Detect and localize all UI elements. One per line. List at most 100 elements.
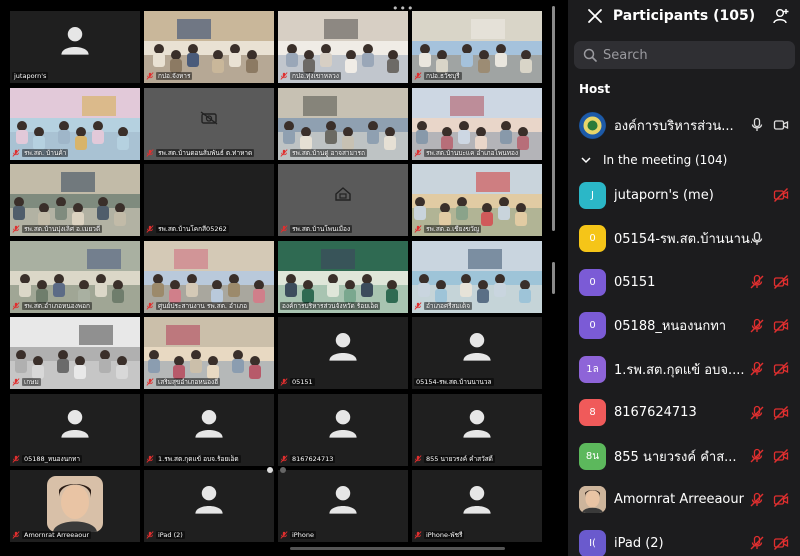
mic-on-icon[interactable] (749, 117, 765, 133)
participant-name: อำเภอศรีสมเด็จ (424, 301, 473, 310)
video-tile[interactable]: รพ.สต.บ้านบุ่งเลิศ อ.เมยวดี (10, 164, 140, 236)
video-tile[interactable]: 05151 (278, 317, 408, 389)
camera-on-icon[interactable] (773, 117, 789, 133)
participant-row[interactable]: 8น 855 นายวรงค์ คำส... (568, 436, 800, 476)
more-options-icon[interactable]: ••• (392, 2, 414, 15)
video-tile[interactable]: iPhone-พัชรี (412, 470, 542, 542)
mic-muted-icon[interactable] (749, 318, 765, 334)
mic-muted-icon (280, 531, 288, 539)
video-tile[interactable]: Amornrat Arreeaour (10, 470, 140, 542)
camera-off-icon[interactable] (773, 187, 789, 203)
video-tile[interactable]: 1.รพ.สต.กุดแข้ อบจ.ร้อยเอ็ด (144, 393, 274, 466)
horizontal-scrollbar[interactable] (290, 547, 505, 550)
mic-muted-icon (146, 454, 154, 463)
participant-name: 05151 (290, 378, 315, 386)
video-tile[interactable]: กปอ.ธวัชบุรี (412, 11, 542, 83)
participant-row[interactable]: 0 05151 (568, 262, 800, 302)
participant-name: รพ.สต.อ.เชียงขวัญ (424, 225, 482, 233)
default-avatar-icon (195, 409, 223, 438)
page-dot-1[interactable] (267, 467, 273, 473)
mic-muted-icon[interactable] (749, 492, 765, 508)
mic-muted-icon[interactable] (749, 535, 765, 551)
mic-muted-icon (280, 225, 288, 233)
participant-name: รพ.สต.บ้านบะแค อำเภอโพนทอง (424, 148, 521, 157)
page-dot-2[interactable] (280, 467, 286, 473)
participant-row[interactable]: 1ล 1.รพ.สต.กุดแข้ อบจ.... (568, 349, 800, 389)
invite-person-icon[interactable] (772, 7, 790, 25)
host-row[interactable]: องค์การบริหารส่วน... (568, 105, 800, 145)
participant-name: iPad (2) (614, 535, 664, 551)
video-tile[interactable]: รพ.สต.บ้านโพนเมือง (278, 164, 408, 236)
participant-avatar: 8น (579, 442, 606, 470)
video-tile[interactable]: รพ.สต.บ้านดู่ อาจสามารถ (278, 87, 408, 160)
search-box[interactable] (574, 41, 795, 69)
participant-row[interactable]: Amornrat Arreeaour (568, 480, 800, 520)
in-meeting-heading[interactable]: In the meeting (104) (568, 149, 727, 171)
video-tile[interactable]: รพ.สต.บ้านบะแค อำเภอโพนทอง (412, 87, 542, 160)
participant-name: 05154-รพ.สต.บ้านนานวล (414, 378, 494, 386)
video-tile[interactable]: jutaporn's (10, 11, 140, 83)
video-tile[interactable]: เสริมสุขอำเภอหนองฮี (144, 317, 274, 389)
video-tile[interactable]: กปอ.ทุ่งเขาหลวง (278, 11, 408, 83)
participant-name: กปอ.ธวัชบุรี (424, 72, 462, 80)
participants-panel: Participants (105) Host องค์การบริหารส่ว… (568, 0, 800, 556)
camera-off-icon[interactable] (773, 535, 789, 551)
mic-muted-icon[interactable] (749, 361, 765, 377)
participant-avatar (579, 486, 606, 513)
participant-row[interactable]: Jjutaporn's (me) (568, 175, 800, 215)
video-tile[interactable]: 855 นายวรงค์ คำสวัสดิ์ (412, 393, 542, 466)
participant-name: 05151 (614, 274, 656, 290)
video-tile[interactable]: รพ.สต.บ้านดอนส้มพันธ์ ต.ท่าหาด (144, 87, 274, 160)
default-avatar-icon (329, 333, 357, 361)
participant-row[interactable]: I(iPad (2) (568, 523, 800, 556)
participant-row[interactable]: 0 05154-รพ.สต.บ้านนาน... (568, 219, 800, 259)
camera-off-icon[interactable] (773, 448, 789, 464)
panel-header: Participants (105) (568, 0, 800, 33)
video-tile[interactable]: 8167624713 (278, 393, 408, 466)
video-tile[interactable]: รพ.สต.อ.เชียงขวัญ (412, 164, 542, 236)
mic-muted-icon (146, 301, 154, 310)
camera-off-icon[interactable] (773, 492, 789, 508)
default-avatar-icon (329, 409, 357, 438)
mic-muted-icon[interactable] (749, 274, 765, 290)
camera-off-icon[interactable] (773, 318, 789, 334)
video-tile[interactable]: iPad (2) (144, 470, 274, 542)
video-tile[interactable]: iPhone (278, 470, 408, 542)
video-tile[interactable]: ศูนย์ประสานงาน รพ.สต. อำเภอ (144, 240, 274, 313)
chevron-down-icon[interactable] (581, 156, 591, 164)
mic-muted-icon[interactable] (749, 448, 765, 464)
grid-scrollbar[interactable] (552, 0, 556, 556)
video-tile[interactable]: รพ.สต.อำเภอหนองพอก (10, 240, 140, 313)
video-tile[interactable]: 05154-รพ.สต.บ้านนานวล (412, 317, 542, 389)
video-tile[interactable]: องค์การบริหารส่วนจังหวัด ร้อยเอ็ด (278, 240, 408, 313)
participant-row[interactable]: 8 8167624713 (568, 393, 800, 433)
host-heading: Host (579, 82, 611, 96)
video-tile[interactable]: กปอ.จังหาร (144, 11, 274, 83)
camera-off-icon[interactable] (773, 274, 789, 290)
video-tile[interactable]: รพ.สต. บ้านค้า (10, 87, 140, 160)
camera-off-icon[interactable] (773, 361, 789, 377)
video-tile[interactable]: อำเภอศรีสมเด็จ (412, 240, 542, 313)
participant-name: เสริมสุขอำเภอหนองฮี (156, 378, 221, 386)
profile-photo (47, 476, 103, 532)
video-tile[interactable]: เกษม (10, 317, 140, 389)
participant-name: รพ.สต.บ้านโพนเมือง (290, 225, 353, 233)
video-tile[interactable]: 05188_หนองนกทา (10, 393, 140, 466)
mic-muted-icon (280, 148, 288, 157)
default-avatar-icon (195, 486, 223, 514)
participant-name: รพ.สต.อำเภอหนองพอก (22, 301, 92, 310)
host-name: องค์การบริหารส่วน... (614, 118, 734, 134)
mic-muted-icon (146, 148, 154, 157)
participant-row[interactable]: 0 05188_หนองนกทา (568, 306, 800, 346)
mic-muted-icon (280, 378, 288, 386)
mic-muted-icon[interactable] (749, 405, 765, 421)
page-indicator[interactable] (267, 467, 286, 473)
mic-muted-icon (12, 301, 20, 310)
camera-off-icon[interactable] (773, 405, 789, 421)
participant-name: Amornrat Arreeaour (614, 492, 744, 507)
search-input[interactable] (603, 47, 783, 63)
participant-name: เกษม (22, 378, 41, 386)
participant-avatar: 0 (579, 268, 606, 296)
video-tile[interactable]: รพ.สต.บ้านโคกสี05262 (144, 164, 274, 236)
mic-on-icon[interactable] (749, 231, 765, 247)
